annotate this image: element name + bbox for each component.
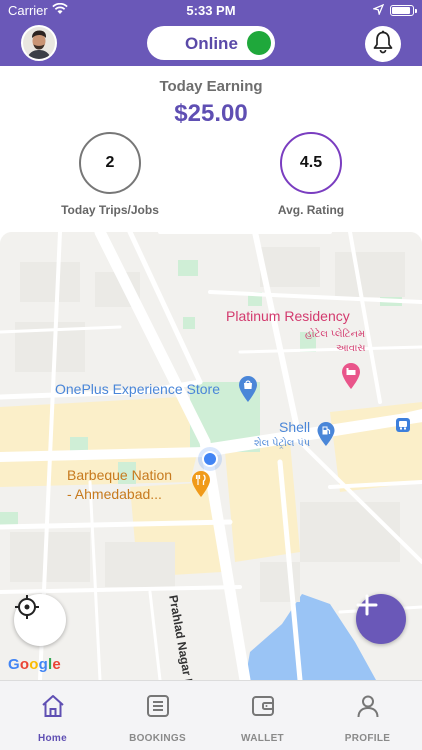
- google-logo: Google: [8, 656, 61, 673]
- nav-label-home: Home: [38, 733, 67, 744]
- nav-label-wallet: WALLET: [241, 733, 284, 744]
- battery-icon: [390, 5, 417, 16]
- trips-count-circle: 2: [79, 132, 141, 194]
- status-bar: Carrier 5:33 PM: [0, 0, 422, 22]
- map-label-shell[interactable]: Shell: [279, 419, 310, 435]
- trips-count-label: Today Trips/Jobs: [61, 203, 159, 217]
- bell-icon: [372, 30, 394, 59]
- add-button[interactable]: [356, 594, 406, 644]
- home-icon: [40, 693, 66, 719]
- map-label-platinum-residency[interactable]: Platinum Residency: [226, 308, 350, 324]
- map-view[interactable]: Platinum Residency હોટેલ પ્લેટિનમ આવાસ O…: [0, 232, 422, 680]
- nav-label-bookings: BOOKINGS: [129, 733, 186, 744]
- map-label-barbeque-nation-city: - Ahmedabad...: [67, 486, 162, 502]
- map-label-platinum-gujarati-2: આવાસ: [336, 343, 366, 354]
- online-status-toggle[interactable]: Online: [147, 26, 275, 60]
- nav-label-profile: PROFILE: [344, 733, 391, 744]
- map-label-barbeque-nation[interactable]: Barbeque Nation: [67, 467, 172, 483]
- map-label-platinum-gujarati: હોટેલ પ્લેટિનમ: [305, 329, 366, 340]
- avg-rating-value: 4.5: [299, 154, 323, 171]
- today-earning-title: Today Earning: [159, 78, 263, 95]
- map-label-shell-gujarati: શેલ પેટ્રોલ પંપ: [254, 438, 311, 449]
- app-header: Carrier 5:33 PM Online: [0, 0, 422, 66]
- avg-rating-label: Avg. Rating: [277, 203, 345, 217]
- nav-item-bookings[interactable]: BOOKINGS: [105, 681, 210, 750]
- bookings-icon: [145, 693, 171, 719]
- profile-icon: [355, 693, 381, 719]
- map-label-oneplus-store[interactable]: OnePlus Experience Store: [55, 381, 220, 397]
- notifications-button[interactable]: [365, 26, 401, 62]
- trips-count-value: 2: [105, 154, 115, 171]
- driver-avatar[interactable]: [21, 25, 57, 61]
- bottom-navigation: Home BOOKINGS WALLET PROFILE: [0, 680, 422, 750]
- avg-rating-circle: 4.5: [280, 132, 342, 194]
- recenter-location-button[interactable]: [14, 594, 66, 646]
- today-earning-amount: $25.00: [174, 100, 248, 127]
- nav-item-profile[interactable]: PROFILE: [315, 681, 420, 750]
- nav-item-wallet[interactable]: WALLET: [210, 681, 315, 750]
- online-status-label: Online: [185, 34, 238, 53]
- battery-fill: [392, 7, 411, 14]
- status-time: 5:33 PM: [186, 3, 236, 18]
- wallet-icon: [250, 693, 276, 719]
- location-arrow-icon: [371, 3, 385, 18]
- online-indicator-dot: [247, 31, 271, 55]
- nav-item-home[interactable]: Home: [0, 681, 105, 750]
